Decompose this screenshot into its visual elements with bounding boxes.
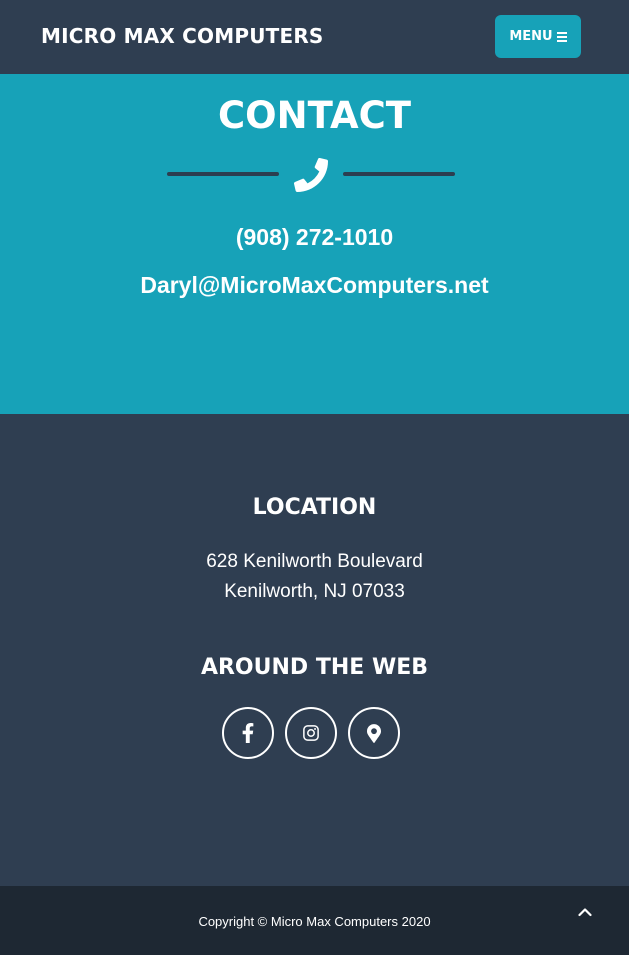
chevron-up-icon xyxy=(578,908,592,917)
social-links xyxy=(0,707,629,759)
scroll-to-top-button[interactable] xyxy=(565,894,605,930)
footer: LOCATION 628 Kenilworth Boulevard Kenilw… xyxy=(0,414,629,886)
facebook-link[interactable] xyxy=(222,707,274,759)
copyright-text: Copyright © Micro Max Computers 2020 xyxy=(198,914,431,929)
email-link[interactable]: Daryl@MicroMaxComputers.net xyxy=(0,272,629,299)
address-line-1: 628 Kenilworth Boulevard xyxy=(206,551,423,572)
instagram-link[interactable] xyxy=(285,707,337,759)
around-the-web-title: AROUND THE WEB xyxy=(200,655,429,680)
brand-link[interactable]: MICRO MAX COMPUTERS xyxy=(41,24,324,48)
location-title: LOCATION xyxy=(252,495,377,520)
bars-icon xyxy=(556,32,567,42)
phone-icon xyxy=(294,158,328,192)
menu-label: MENU xyxy=(509,29,553,44)
divider-line-left xyxy=(167,172,279,176)
instagram-icon xyxy=(303,725,319,741)
contact-title: CONTACT xyxy=(218,94,411,137)
facebook-icon xyxy=(242,723,254,743)
copyright-bar: Copyright © Micro Max Computers 2020 xyxy=(0,886,629,955)
menu-button[interactable]: MENU xyxy=(495,15,581,58)
address-line-2: Kenilworth, NJ 07033 xyxy=(224,581,405,602)
map-link[interactable] xyxy=(348,707,400,759)
divider-line-right xyxy=(343,172,455,176)
phone-number-link[interactable]: (908) 272-1010 xyxy=(0,224,629,251)
section-divider xyxy=(0,158,629,194)
map-marker-icon xyxy=(367,723,381,743)
navbar: MICRO MAX COMPUTERS MENU xyxy=(0,0,629,74)
contact-section: CONTACT (908) 272-1010 Daryl@MicroMaxCom… xyxy=(0,74,629,414)
